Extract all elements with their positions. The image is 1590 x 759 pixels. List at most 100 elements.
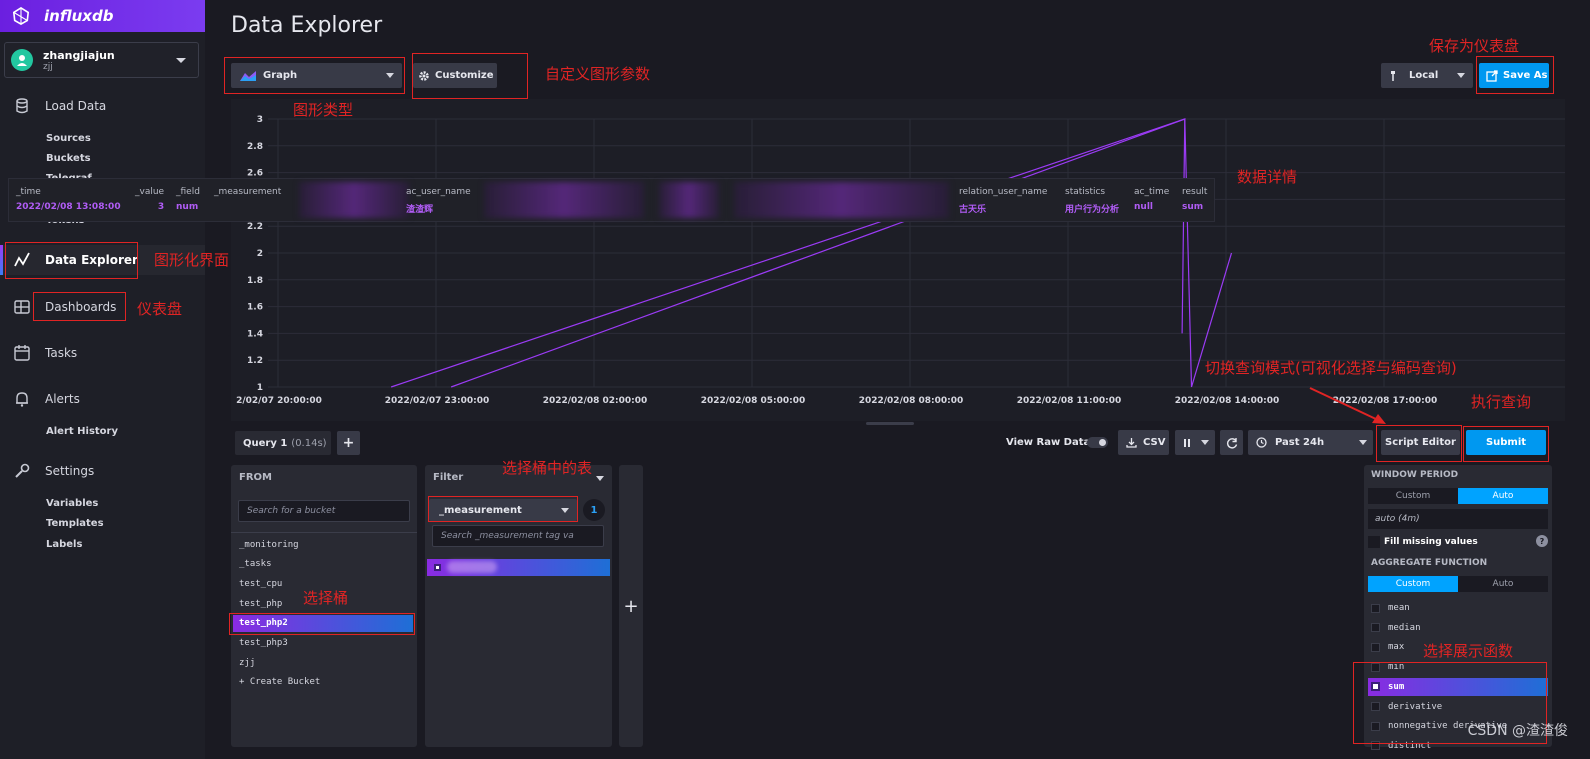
- tag-value-search-input[interactable]: Search _measurement tag va: [432, 525, 604, 547]
- filter-title[interactable]: Filter: [433, 472, 463, 483]
- annotation-label: 自定义图形参数: [545, 65, 651, 83]
- chevron-down-icon: [1457, 73, 1465, 78]
- user-switcher[interactable]: zhangjiajun zjj: [4, 42, 199, 78]
- x-tick-label: 2022/02/08 11:00:00: [1017, 396, 1122, 406]
- redacted-blur: [447, 561, 497, 573]
- annotation-label: 图形化界面: [154, 251, 230, 269]
- fill-missing-toggle[interactable]: Fill missing values ?: [1368, 534, 1548, 549]
- chevron-down-icon[interactable]: [596, 476, 604, 481]
- nav-sub-sources[interactable]: Sources: [46, 133, 91, 144]
- tooltip-value: 古天乐: [959, 205, 987, 215]
- script-editor-button[interactable]: Script Editor: [1381, 430, 1460, 455]
- nav-sub-buckets[interactable]: Buckets: [46, 153, 91, 164]
- tooltip-header: _measurement: [214, 187, 282, 197]
- bucket-search-input[interactable]: Search for a bucket: [238, 500, 410, 522]
- nav-load-data[interactable]: Load Data: [0, 91, 205, 121]
- view-raw-data-toggle[interactable]: [1087, 437, 1108, 448]
- timezone-dropdown[interactable]: Local: [1381, 63, 1473, 88]
- redacted-blur: [659, 182, 719, 218]
- from-title: FROM: [239, 472, 272, 483]
- graph-type-icon: [240, 70, 256, 81]
- nav-sub-labels[interactable]: Labels: [46, 539, 82, 550]
- annotation-label: 选择桶: [303, 589, 349, 607]
- tag-key-dropdown[interactable]: _measurement: [429, 499, 577, 521]
- tooltip-header: _time: [16, 187, 41, 197]
- time-range-dropdown[interactable]: Past 24h: [1248, 430, 1373, 455]
- save-as-button[interactable]: Save As: [1479, 63, 1549, 88]
- window-period-toggle[interactable]: Custom Auto: [1368, 488, 1548, 504]
- y-tick-label: 1.6: [247, 303, 263, 313]
- submit-button[interactable]: Submit: [1466, 430, 1546, 455]
- nav-sub-alert-history[interactable]: Alert History: [46, 426, 118, 437]
- bell-icon: [16, 392, 28, 407]
- y-tick-label: 3: [257, 115, 263, 125]
- aggregate-function-label: min: [1388, 662, 1405, 673]
- tooltip-col-statistics: statistics 用户行为分析: [1065, 187, 1119, 215]
- csv-download-button[interactable]: CSV: [1118, 430, 1169, 455]
- add-query-button[interactable]: +: [337, 431, 360, 455]
- graph-line-icon: [14, 252, 30, 267]
- y-tick-label: 1: [257, 383, 263, 393]
- bucket-item[interactable]: _tasks: [231, 556, 417, 573]
- checkbox: [1371, 682, 1380, 692]
- tab-query-1[interactable]: Query 1 (0.14s): [235, 431, 331, 455]
- bucket-item[interactable]: _monitoring: [231, 536, 417, 553]
- add-filter-button[interactable]: +: [619, 465, 643, 747]
- aggregate-function-median[interactable]: median: [1368, 619, 1548, 637]
- aggregate-function-mean[interactable]: mean: [1368, 599, 1548, 617]
- checkbox: [1371, 702, 1380, 711]
- watermark: CSDN @渣渣俊: [1467, 723, 1568, 739]
- tooltip-header: relation_user_name: [959, 187, 1048, 197]
- aggregate-function-label: distinct: [1388, 740, 1432, 751]
- checkbox[interactable]: [1368, 535, 1380, 548]
- graph-type-label: Graph: [263, 70, 298, 81]
- redacted-blur: [299, 182, 409, 218]
- annotation-label: 图形类型: [293, 101, 354, 119]
- annotation-arrow: [1309, 387, 1386, 424]
- help-icon[interactable]: ?: [1536, 535, 1548, 547]
- aggregate-function-sum[interactable]: sum: [1368, 677, 1548, 696]
- logo-bar[interactable]: influxdb: [0, 0, 205, 32]
- tooltip-value: 渣渣辉: [406, 205, 434, 215]
- divider: [231, 532, 417, 533]
- nav-settings[interactable]: Settings: [0, 456, 205, 486]
- tooltip-value: 2022/02/08 13:08:00: [16, 202, 121, 212]
- bucket-item-selected[interactable]: test_php2: [233, 614, 413, 632]
- tag-value-row-selected[interactable]: [427, 559, 610, 576]
- selected-count-badge: 1: [583, 499, 605, 521]
- tooltip-header: _field: [176, 187, 200, 197]
- y-tick-label: 2: [257, 249, 263, 259]
- nav-alerts[interactable]: Alerts: [0, 384, 205, 414]
- tooltip-col-field: _field num: [176, 187, 200, 212]
- auto-refresh-dropdown[interactable]: [1175, 430, 1215, 455]
- tooltip-col-relation-user-name: relation_user_name 古天乐: [959, 187, 1047, 215]
- download-icon: [1126, 438, 1137, 448]
- window-auto-option[interactable]: Auto: [1458, 488, 1548, 504]
- nav-tasks[interactable]: Tasks: [0, 338, 205, 368]
- nav-sub-variables[interactable]: Variables: [46, 498, 98, 509]
- window-custom-option[interactable]: Custom: [1368, 488, 1458, 504]
- bucket-item[interactable]: zjj: [231, 654, 417, 671]
- bucket-item[interactable]: test_php3: [231, 635, 417, 652]
- y-tick-label: 2.2: [247, 222, 263, 232]
- tooltip-value: null: [1134, 202, 1153, 212]
- chevron-down-icon: [1201, 440, 1209, 445]
- query-tab-label: Query 1: [243, 437, 288, 449]
- refresh-button[interactable]: [1220, 430, 1243, 455]
- checkbox-checked: [434, 564, 441, 571]
- resize-handle[interactable]: [866, 422, 914, 425]
- annotation-label: 选择桶中的表: [502, 459, 593, 477]
- query-tab-time: (0.14s): [291, 437, 327, 449]
- aggregate-custom-option[interactable]: Custom: [1368, 576, 1458, 592]
- customize-button[interactable]: Customize: [413, 63, 497, 88]
- aggregate-function-title: AGGREGATE FUNCTION: [1371, 558, 1488, 568]
- aggregate-function-derivative[interactable]: derivative: [1368, 698, 1548, 716]
- nav-sub-templates[interactable]: Templates: [46, 518, 104, 529]
- aggregate-auto-option[interactable]: Auto: [1458, 576, 1548, 592]
- bucket-item[interactable]: + Create Bucket: [231, 674, 417, 691]
- window-period-input[interactable]: auto (4m): [1368, 509, 1548, 529]
- graph-type-dropdown[interactable]: Graph: [231, 63, 402, 88]
- nav-label: Data Explorer: [45, 253, 138, 267]
- aggregate-mode-toggle[interactable]: Custom Auto: [1368, 576, 1548, 592]
- tooltip-header: _value: [135, 187, 165, 197]
